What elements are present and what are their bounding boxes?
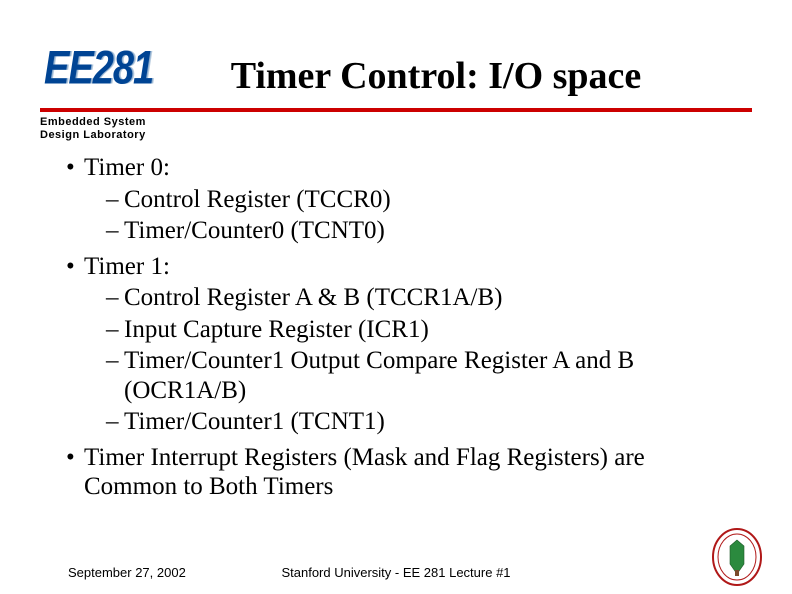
bullet-timer1-text: Timer 1:	[84, 253, 170, 280]
subtitle-line1: Embedded System	[40, 116, 146, 128]
dash-icon: –	[106, 407, 124, 437]
subtitle-line2: Design Laboratory	[40, 129, 146, 141]
sub-bullet-tccr1-text: Control Register A & B (TCCR1A/B)	[124, 284, 503, 311]
bullet-interrupt-text: Timer Interrupt Registers (Mask and Flag…	[84, 444, 645, 501]
sub-bullet-tcnt1: –Timer/Counter1 (TCNT1)	[98, 407, 734, 437]
slide-body: •Timer 0: –Control Register (TCCR0) –Tim…	[58, 153, 734, 502]
sub-bullet-ocr1-text: Timer/Counter1 Output Compare Register A…	[124, 347, 634, 404]
bullet-timer0: •Timer 0:	[58, 153, 734, 183]
slide-header: EE281 Timer Control: I/O space Embedded …	[0, 0, 792, 141]
bullet-icon: •	[66, 153, 84, 183]
sub-bullet-tccr1: –Control Register A & B (TCCR1A/B)	[98, 283, 734, 313]
title-underline	[40, 108, 752, 112]
bullet-timer0-text: Timer 0:	[84, 154, 170, 181]
bullet-interrupt-registers: •Timer Interrupt Registers (Mask and Fla…	[58, 443, 734, 502]
dash-icon: –	[106, 216, 124, 246]
sub-bullet-icr1-text: Input Capture Register (ICR1)	[124, 316, 429, 343]
dash-icon: –	[106, 315, 124, 345]
sub-bullet-ocr1: –Timer/Counter1 Output Compare Register …	[98, 346, 734, 405]
sub-bullet-tcnt0-text: Timer/Counter0 (TCNT0)	[124, 217, 385, 244]
dash-icon: –	[106, 283, 124, 313]
sub-bullet-tcnt0: –Timer/Counter0 (TCNT0)	[98, 216, 734, 246]
sub-bullet-tccr0-text: Control Register (TCCR0)	[124, 186, 391, 213]
sub-bullet-icr1: –Input Capture Register (ICR1)	[98, 315, 734, 345]
stanford-seal-icon	[710, 526, 764, 588]
dash-icon: –	[106, 185, 124, 215]
bullet-timer1: •Timer 1:	[58, 252, 734, 282]
bullet-icon: •	[66, 252, 84, 282]
lab-subtitle: Embedded System Design Laboratory	[40, 116, 792, 141]
dash-icon: –	[106, 346, 124, 376]
bullet-icon: •	[66, 443, 84, 473]
sub-bullet-tcnt1-text: Timer/Counter1 (TCNT1)	[124, 408, 385, 435]
footer-date: September 27, 2002	[68, 565, 186, 580]
sub-bullet-tccr0: –Control Register (TCCR0)	[98, 185, 734, 215]
course-logo: EE281	[44, 42, 153, 96]
